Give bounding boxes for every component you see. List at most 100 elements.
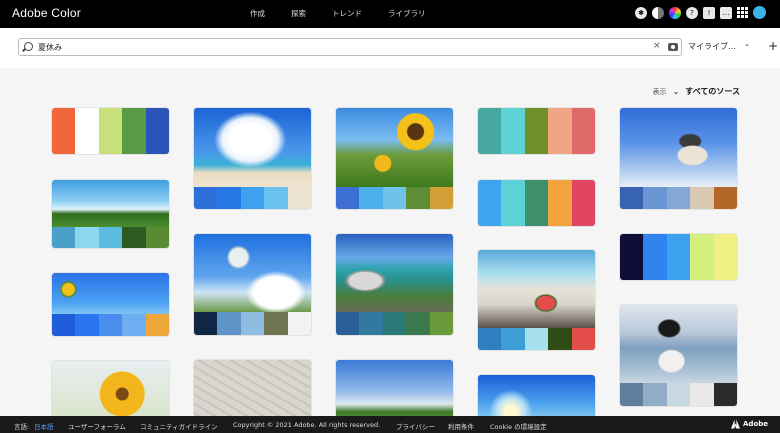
palette-swatches [52,227,169,248]
adobe-brand: Adobe [743,420,768,428]
community-guidelines-link[interactable]: コミュニティガイドライン [140,421,218,431]
accessibility-icon[interactable]: ✱ [635,6,647,19]
color-swatch [620,383,644,406]
search-bar-row: × マイライブ... ⌄ + [0,28,780,68]
source-filter[interactable]: 表示 ⌄ すべてのソース [653,86,740,97]
camera-icon[interactable] [668,43,678,51]
palette-card[interactable] [478,180,595,226]
color-swatch [359,187,383,209]
color-swatch [287,187,311,209]
color-swatch [571,108,595,154]
color-swatch [75,108,99,154]
color-swatch [429,312,453,335]
color-swatch [643,187,667,209]
contrast-icon[interactable] [652,6,664,19]
theme-card[interactable] [336,234,453,335]
library-label: マイライブ... [688,42,736,51]
search-box: × [18,38,682,56]
nav-explore[interactable]: 探索 [291,8,306,19]
avatar[interactable] [753,6,766,19]
app-logo[interactable]: Adobe Color [12,6,81,20]
library-dropdown[interactable]: マイライブ... ⌄ [688,40,750,52]
color-swatch [240,187,265,209]
palette-swatches [620,187,737,209]
color-swatch [478,180,502,226]
photo-sunflower-sky [52,273,169,314]
language-link[interactable]: 日本語 [34,421,54,431]
theme-card[interactable] [336,108,453,209]
palette-swatches [478,180,595,226]
color-swatch [429,187,453,209]
palette-swatches [194,312,311,335]
photo-sky-field [336,360,453,421]
color-swatch [145,227,169,248]
adobe-logo-icon [731,419,740,429]
color-swatch [548,108,572,154]
color-swatch [240,312,265,335]
color-swatch [194,312,218,335]
nav-trends[interactable]: トレンド [332,8,362,19]
theme-card[interactable] [336,360,453,421]
terms-link[interactable]: 利用条件 [448,421,474,431]
search-input[interactable] [38,40,538,54]
theme-card[interactable] [52,361,169,421]
color-swatch [382,312,407,335]
color-swatch [406,312,430,335]
theme-card[interactable] [620,108,737,209]
nav-create[interactable]: 作成 [250,8,265,19]
toolbar-icons: ✱ ? ! … [635,6,766,19]
color-swatch [217,187,241,209]
add-icon[interactable]: + [768,39,778,53]
photo-sunflower [52,361,169,421]
color-swatch [713,383,737,406]
color-swatch [122,314,146,336]
photo-watermelon-beach [478,250,595,328]
palette-card[interactable] [478,108,595,154]
theme-card[interactable] [52,180,169,248]
palette-card[interactable] [52,108,169,154]
nav-library[interactable]: ライブラリ [388,8,426,19]
palette-swatches [478,328,595,350]
theme-card[interactable] [620,305,737,406]
color-swatch [122,227,146,248]
color-swatch [571,328,595,350]
color-swatch [359,312,383,335]
palette-card[interactable] [620,234,737,280]
palette-swatches [336,187,453,209]
theme-card[interactable] [478,250,595,350]
color-swatch [145,314,169,336]
theme-card[interactable] [194,234,311,335]
color-swatch [548,180,572,226]
color-swatch [478,328,502,350]
theme-card[interactable] [194,108,311,209]
copyright-text: Copyright © 2021 Adobe. All rights reser… [233,421,381,429]
color-swatch [406,187,430,209]
color-swatch [98,108,123,154]
language-label: 言語: [14,423,30,431]
feedback-icon[interactable]: ! [703,6,715,19]
privacy-link[interactable]: プライバシー [396,421,435,431]
user-forum-link[interactable]: ユーザーフォーラム [68,421,126,431]
color-swatch [666,187,691,209]
color-swatch [643,234,667,280]
color-swatch [548,328,572,350]
cookie-settings-link[interactable]: Cookie の環境設定 [490,421,547,431]
color-swatch [524,180,549,226]
footer: 言語: 日本語 ユーザーフォーラム コミュニティガイドライン Copyright… [0,416,780,433]
theme-card[interactable] [194,360,311,421]
color-wheel-icon[interactable] [669,6,681,19]
palette-swatches [52,314,169,336]
color-swatch [643,383,667,406]
color-swatch [98,227,123,248]
palette-swatches [620,234,737,280]
source-label: すべてのソース [685,87,740,96]
theme-card[interactable] [478,375,595,421]
apps-grid-icon[interactable] [737,7,748,18]
theme-card[interactable] [52,273,169,336]
clear-icon[interactable]: × [653,41,661,51]
color-swatch [75,314,99,336]
photo-boy-hat [620,108,737,187]
chat-icon[interactable]: … [720,6,732,19]
help-icon[interactable]: ? [686,6,698,19]
color-swatch [690,234,714,280]
